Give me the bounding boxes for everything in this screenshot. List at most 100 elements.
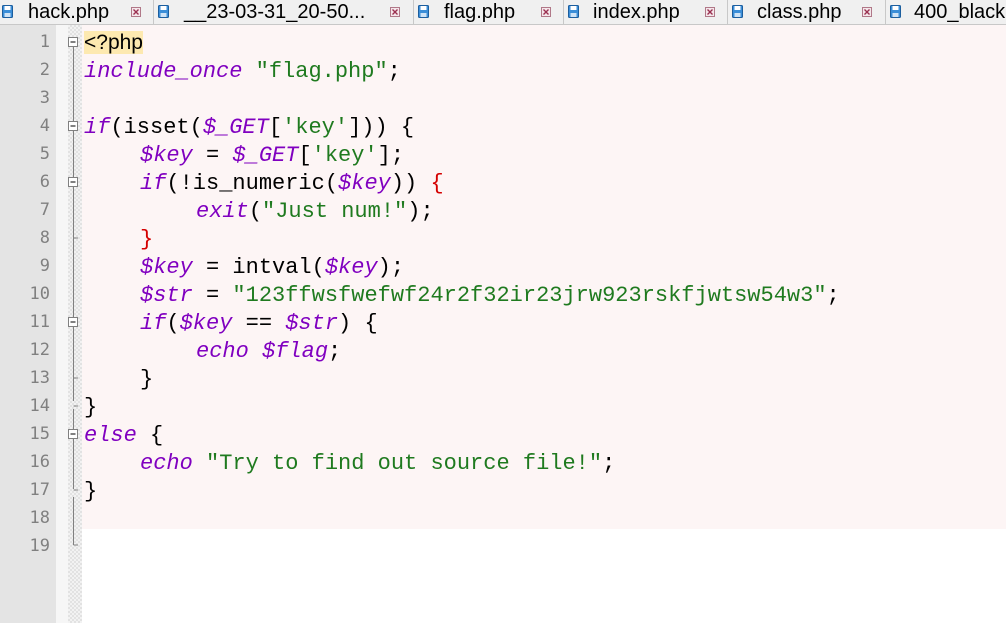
- code-line-15: 15 else {: [0, 420, 1006, 448]
- code-text: exit("Just num!");: [196, 196, 434, 224]
- tab-hack-php[interactable]: hack.php: [0, 0, 154, 24]
- floppy-disk-icon: [732, 5, 743, 18]
- code-line-9: 9 $key = intval($key);: [0, 252, 1006, 280]
- fold-minus-icon[interactable]: [66, 308, 80, 336]
- fold-end-marker: [73, 237, 78, 239]
- code-text: if(isset($_GET['key'])) {: [84, 112, 414, 140]
- close-tab-icon[interactable]: [541, 7, 551, 17]
- punctuation: ;: [602, 451, 616, 476]
- code-text: if(!is_numeric($key)) {: [140, 168, 444, 196]
- keyword: echo: [140, 451, 193, 476]
- close-tab-icon[interactable]: [862, 7, 872, 17]
- string-literal: "123ffwsfwefwf24r2f32ir23jrw923rskfjwtsw…: [232, 283, 827, 308]
- fold-minus-icon[interactable]: [66, 420, 80, 448]
- tab-label: class.php: [757, 1, 842, 23]
- code-editor[interactable]: 1 <?php 2 include_once "flag.php"; 3 4 i…: [0, 25, 1006, 623]
- code-text: }: [140, 224, 153, 252]
- keyword: if: [140, 171, 167, 196]
- fold-minus-icon[interactable]: [66, 28, 80, 56]
- string-literal: 'key': [282, 115, 349, 140]
- tab-temp-file[interactable]: __23-03-31_20-50...: [154, 0, 414, 24]
- code-line-1: 1 <?php: [0, 28, 1006, 56]
- code-line-4: 4 if(isset($_GET['key'])) {: [0, 112, 1006, 140]
- variable: $_GET: [202, 115, 269, 140]
- tab-class-php[interactable]: class.php: [728, 0, 886, 24]
- code-line-6: 6 if(!is_numeric($key)) {: [0, 168, 1006, 196]
- code-text: echo $flag;: [196, 336, 341, 364]
- tab-label: index.php: [593, 1, 680, 23]
- tab-label: hack.php: [28, 1, 110, 23]
- brace: }: [84, 479, 98, 504]
- close-tab-icon[interactable]: [390, 7, 400, 17]
- variable: $key: [338, 171, 391, 196]
- code-text: }: [84, 392, 97, 420]
- code-segment: ;: [826, 283, 840, 308]
- brace: }: [84, 395, 98, 420]
- line-number: 9: [39, 256, 50, 276]
- code-line-10: 10 $str = "123ffwsfwefwf24r2f32ir23jrw92…: [0, 280, 1006, 308]
- line-number: 7: [39, 200, 50, 220]
- line-number: 1: [39, 32, 50, 52]
- code-text: $key = $_GET['key'];: [140, 140, 404, 168]
- variable: $key: [324, 255, 378, 280]
- code-line-3: 3: [0, 84, 1006, 112]
- code-segment: [: [298, 143, 312, 168]
- code-segment: (isset(: [110, 115, 203, 140]
- code-line-19: 19: [0, 532, 1006, 560]
- code-segment: ==: [232, 311, 286, 336]
- close-tab-icon[interactable]: [131, 7, 141, 17]
- code-line-18: 18: [0, 504, 1006, 532]
- code-line-17: 17 }: [0, 476, 1006, 504]
- floppy-disk-icon: [2, 5, 13, 18]
- brace: }: [140, 367, 154, 392]
- line-number: 13: [29, 368, 50, 388]
- line-number: 10: [29, 284, 50, 304]
- code-line-11: 11 if($key == $str) {: [0, 308, 1006, 336]
- keyword: exit: [196, 199, 249, 224]
- variable: $key: [140, 143, 193, 168]
- string-literal: "Try to find out source file!": [206, 451, 603, 476]
- code-segment: [: [268, 115, 283, 140]
- line-number: 14: [29, 396, 50, 416]
- line-number: 16: [29, 452, 50, 472]
- punctuation: ;: [328, 339, 342, 364]
- line-number: 19: [29, 536, 50, 556]
- punctuation: ;: [387, 59, 401, 84]
- variable: $key: [140, 255, 193, 280]
- code-segment: );: [377, 255, 405, 280]
- string-literal: "flag.php": [255, 59, 388, 84]
- fold-minus-icon[interactable]: [66, 112, 80, 140]
- code-line-16: 16 echo "Try to find out source file!";: [0, 448, 1006, 476]
- line-number: 15: [29, 424, 50, 444]
- variable: $str: [140, 283, 193, 308]
- code-segment: (: [166, 311, 180, 336]
- code-segment: {: [136, 423, 164, 448]
- line-number: 18: [29, 508, 50, 528]
- code-segment: ];: [377, 143, 405, 168]
- fold-end-marker: [73, 377, 78, 379]
- close-tab-icon[interactable]: [705, 7, 715, 17]
- code-text: $key = intval($key);: [140, 252, 404, 280]
- tab-label: 400_black: [914, 1, 1006, 23]
- keyword: if: [140, 311, 167, 336]
- fold-end-marker: [73, 489, 78, 491]
- code-line-14: 14 }: [0, 392, 1006, 420]
- line-number: 2: [39, 60, 50, 80]
- fold-minus-icon[interactable]: [66, 168, 80, 196]
- floppy-disk-icon: [568, 5, 579, 18]
- code-text: else {: [84, 420, 163, 448]
- variable: $_GET: [232, 143, 299, 168]
- code-segment: )): [390, 171, 431, 196]
- floppy-disk-icon: [418, 5, 429, 18]
- line-number: 6: [39, 172, 50, 192]
- keyword: include_once: [84, 59, 243, 84]
- tab-flag-php[interactable]: flag.php: [414, 0, 564, 24]
- matched-brace: }: [140, 227, 154, 252]
- code-text: }: [140, 364, 153, 392]
- code-line-5: 5 $key = $_GET['key'];: [0, 140, 1006, 168]
- keyword: if: [84, 115, 111, 140]
- code-text: echo "Try to find out source file!";: [140, 448, 615, 476]
- tab-index-php[interactable]: index.php: [564, 0, 728, 24]
- code-line-12: 12 echo $flag;: [0, 336, 1006, 364]
- tab-400-black[interactable]: 400_black: [886, 0, 1006, 24]
